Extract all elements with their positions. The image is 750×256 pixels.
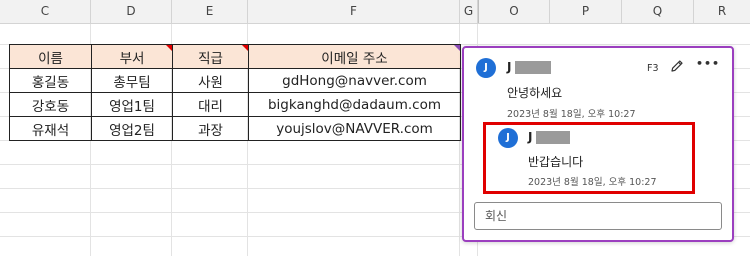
comment-author: J — [507, 60, 512, 74]
table-cell[interactable]: 유재석 — [9, 116, 92, 141]
header-label: 이름 — [38, 50, 63, 67]
table-cell[interactable]: youjslov@NAVVER.com — [248, 116, 461, 141]
table-row: 유재석 영업2팀 과장 youjslov@NAVVER.com — [9, 116, 461, 141]
table-cell[interactable]: 홍길동 — [9, 68, 92, 93]
header-label: 이메일 주소 — [321, 50, 388, 67]
table-row: 홍길동 총무팀 사원 gdHong@navver.com — [9, 68, 461, 93]
header-label: 직급 — [198, 50, 223, 67]
table-cell[interactable]: 대리 — [172, 92, 249, 117]
edit-icon[interactable] — [670, 58, 684, 77]
table-cell[interactable]: bigkanghd@dadaum.com — [248, 92, 461, 117]
avatar: J — [476, 58, 496, 78]
comment-text: 안녕하세요 — [507, 86, 563, 100]
comment-indicator — [166, 45, 172, 51]
column-header-q[interactable]: Q — [622, 0, 694, 23]
redacted-name — [515, 61, 551, 74]
header-cell-name[interactable]: 이름 — [9, 44, 92, 69]
column-header-e[interactable]: E — [172, 0, 248, 23]
header-cell-email[interactable]: 이메일 주소 — [248, 44, 461, 69]
table-cell[interactable]: 강호동 — [9, 92, 92, 117]
reply-input[interactable]: 회신 — [474, 202, 722, 230]
table-cell[interactable]: 영업1팀 — [91, 92, 173, 117]
table-cell[interactable]: gdHong@navver.com — [248, 68, 461, 93]
highlight-box — [483, 122, 695, 194]
column-header-p[interactable]: P — [550, 0, 622, 23]
table-cell[interactable]: 과장 — [172, 116, 249, 141]
header-label: 부서 — [119, 50, 145, 67]
table-cell[interactable]: 영업2팀 — [91, 116, 173, 141]
column-header-o[interactable]: O — [478, 0, 550, 23]
threaded-comment-indicator — [454, 45, 460, 51]
comment-cell-reference: F3 — [647, 63, 659, 74]
table-row: 강호동 영업1팀 대리 bigkanghd@dadaum.com — [9, 92, 461, 117]
header-cell-position[interactable]: 직급 — [172, 44, 249, 69]
column-header-g[interactable]: G — [460, 0, 478, 23]
comment-thread-card[interactable]: J J F3 ••• 안녕하세요 2023년 8월 18일, 오후 10:27 … — [462, 46, 734, 242]
table-header-row: 이름 부서 직급 이메일 주소 — [9, 44, 461, 69]
column-header-c[interactable]: C — [0, 0, 91, 23]
column-header-f[interactable]: F — [248, 0, 460, 23]
column-header-r[interactable]: R — [694, 0, 750, 23]
header-cell-department[interactable]: 부서 — [91, 44, 173, 69]
more-options-icon[interactable]: ••• — [696, 57, 720, 70]
column-header-bar: C D E F G O P Q R — [0, 0, 750, 24]
table-cell[interactable]: 사원 — [172, 68, 249, 93]
employee-table: 이름 부서 직급 이메일 주소 홍길동 총무팀 사원 gdHong@navver… — [9, 44, 461, 141]
comment-timestamp: 2023년 8월 18일, 오후 10:27 — [507, 109, 636, 120]
table-cell[interactable]: 총무팀 — [91, 68, 173, 93]
comment-indicator — [242, 45, 248, 51]
column-header-d[interactable]: D — [91, 0, 172, 23]
